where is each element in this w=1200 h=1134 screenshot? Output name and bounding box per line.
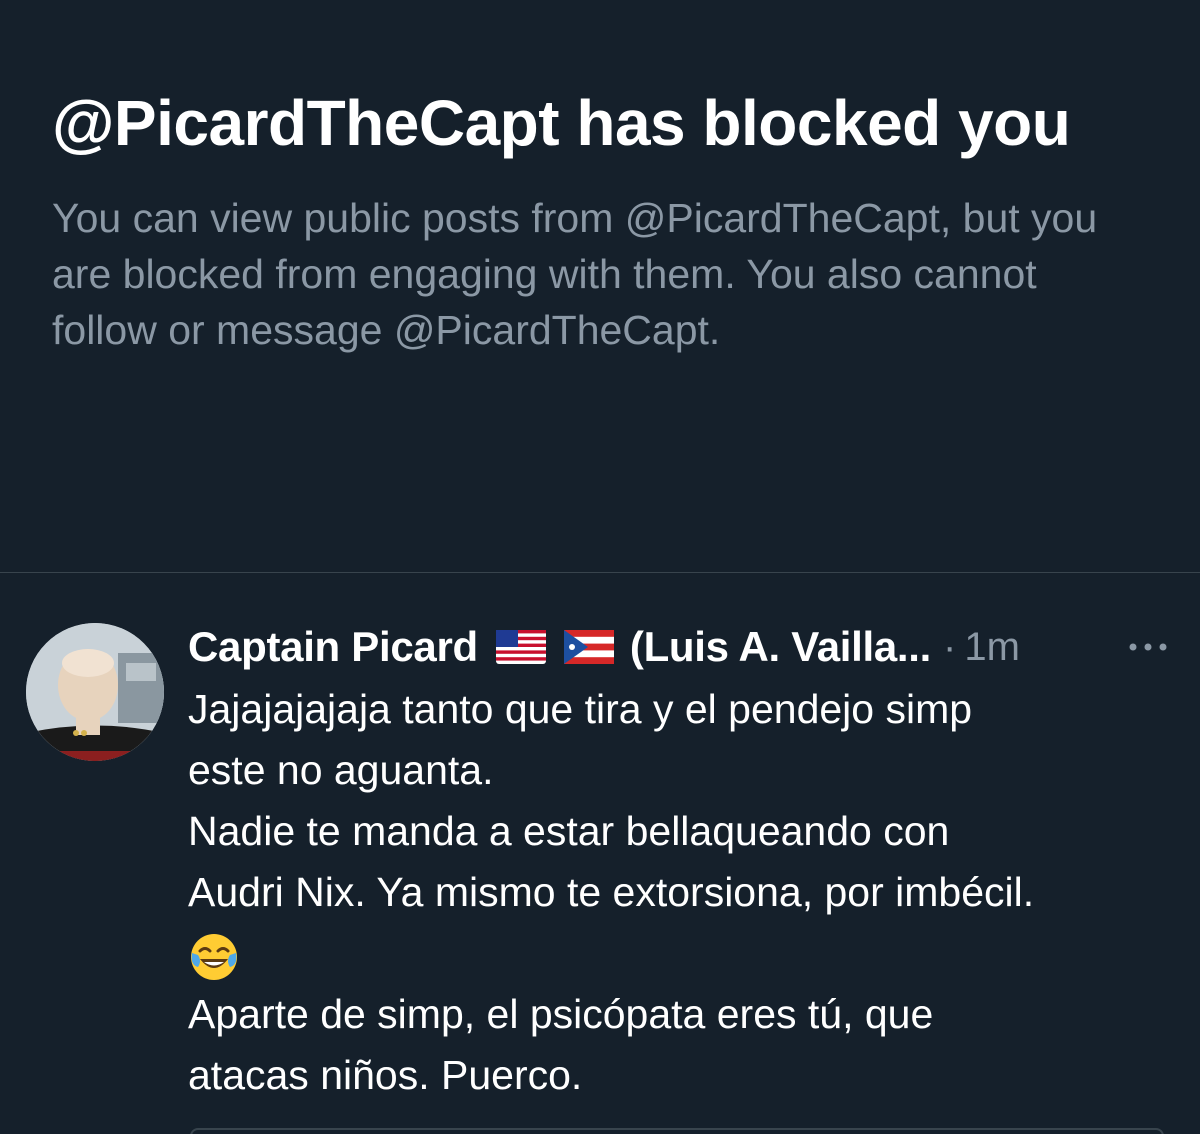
tweet-line: Nadie te manda a estar bellaqueando con (188, 808, 950, 854)
more-options-button[interactable] (1124, 631, 1172, 663)
us-flag-icon (495, 630, 546, 664)
author-name-extra[interactable]: (Luis A. Vailla... (630, 623, 931, 671)
author-name[interactable]: Captain Picard (188, 623, 478, 671)
more-horizontal-icon (1129, 643, 1167, 651)
tweet-line-emoji (188, 923, 1188, 984)
blocked-notice: @PicardTheCapt has blocked you You can v… (52, 78, 1162, 358)
embedded-card-edge (190, 1128, 1164, 1134)
separator-dot: · (943, 624, 957, 669)
tweet-line: Aparte de simp, el psicópata eres tú, qu… (188, 991, 934, 1037)
tweet[interactable]: Captain Picard (Luis A. Vailla... · 1m J… (0, 573, 1200, 1134)
tweet-line: atacas niños. Puerco. (188, 1052, 583, 1098)
face-with-tears-of-joy-icon (188, 931, 240, 983)
tweet-line: Jajajajajaja tanto que tira y el pendejo… (188, 686, 973, 732)
avatar[interactable] (26, 623, 164, 761)
blocked-description: You can view public posts from @PicardTh… (52, 195, 1098, 353)
tweet-text: Jajajajajaja tanto que tira y el pendejo… (188, 679, 1188, 1106)
timestamp[interactable]: 1m (964, 625, 1020, 670)
puerto-rico-flag-icon (563, 630, 614, 664)
tweet-line: este no aguanta. (188, 747, 494, 793)
tweet-line: Audri Nix. Ya mismo te extorsiona, por i… (188, 869, 1035, 915)
blocked-title: @PicardTheCapt has blocked you (52, 87, 1071, 159)
tweet-header: Captain Picard (Luis A. Vailla... · 1m (188, 617, 1188, 677)
